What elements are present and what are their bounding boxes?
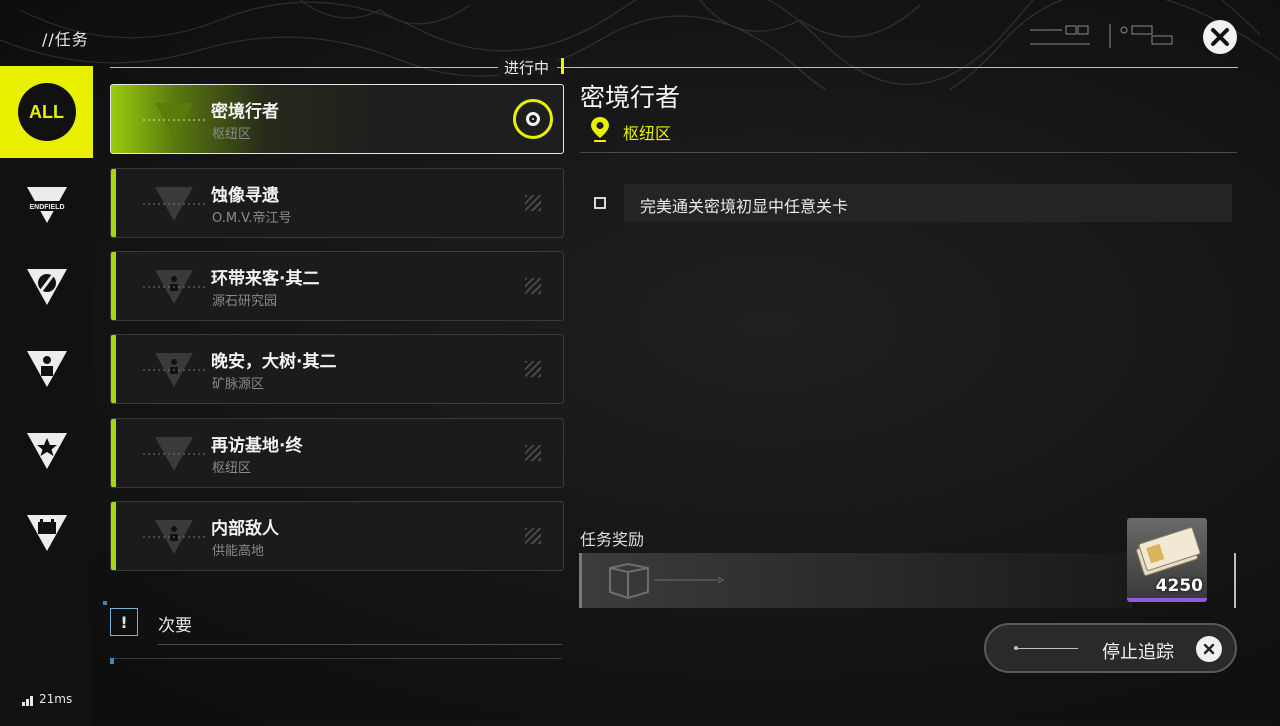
- category-endfield[interactable]: ENDFIELD: [0, 166, 93, 244]
- star-icon: [26, 433, 67, 469]
- divider: [110, 658, 562, 659]
- quest-accent-bar: [111, 252, 116, 320]
- category-logistics[interactable]: [0, 494, 93, 572]
- quest-type-icon: [143, 103, 207, 137]
- quest-name: 蚀像寻遗: [211, 186, 279, 206]
- quest-item[interactable]: 再访基地·终 枢纽区: [110, 418, 564, 488]
- stop-tracking-label: 停止追踪: [1102, 642, 1174, 663]
- quest-item[interactable]: 晚安，大树·其二 矿脉源区: [110, 334, 564, 404]
- network-ping: 21ms: [22, 692, 72, 706]
- quest-accent-bar: [111, 502, 116, 570]
- status-label: 进行中: [498, 57, 558, 78]
- quest-accent-bar: [111, 419, 116, 487]
- stop-tracking-button[interactable]: 停止追踪: [984, 623, 1237, 673]
- decorative-dot: [110, 658, 114, 664]
- category-special[interactable]: [0, 412, 93, 490]
- secondary-category-icon[interactable]: !: [110, 608, 138, 636]
- reward-label: 任务奖励: [580, 530, 645, 549]
- quest-type-icon: [143, 353, 207, 387]
- signal-icon: [22, 695, 33, 706]
- quest-item[interactable]: 环带来客·其二 源石研究园: [110, 251, 564, 321]
- quest-name: 密境行者: [211, 102, 279, 122]
- stripe-decoration: [525, 195, 541, 211]
- quest-location: 矿脉源区: [212, 377, 265, 392]
- quest-type-icon: [143, 187, 207, 221]
- quest-item[interactable]: 蚀像寻遗 O.M.V.帝江号: [110, 168, 564, 238]
- endfield-icon: ENDFIELD: [22, 187, 71, 223]
- quest-name: 晚安，大树·其二: [211, 352, 337, 372]
- category-character[interactable]: [0, 330, 93, 408]
- category-all[interactable]: ALL: [0, 66, 93, 158]
- location-pin-icon: [591, 117, 609, 142]
- quest-location: 供能高地: [212, 544, 265, 559]
- quest-name: 环带来客·其二: [211, 269, 320, 289]
- quest-accent-bar: [111, 335, 116, 403]
- stripe-decoration: [525, 361, 541, 377]
- compass-icon: [26, 269, 67, 305]
- stripe-decoration: [525, 528, 541, 544]
- objective-checkbox-icon: [594, 197, 606, 209]
- tracking-icon[interactable]: [513, 99, 553, 139]
- divider: [580, 152, 1237, 153]
- close-button[interactable]: [1203, 20, 1237, 54]
- status-marker: [561, 58, 564, 74]
- quest-type-icon: [143, 437, 207, 471]
- quest-location: 枢纽区: [212, 461, 252, 476]
- quest-location: 源石研究园: [212, 294, 278, 309]
- category-endfield-label: ENDFIELD: [29, 204, 64, 211]
- quest-location: O.M.V.帝江号: [212, 211, 292, 226]
- category-sidebar: ALL ENDFIELD: [0, 66, 93, 726]
- divider: [158, 644, 562, 645]
- quest-item[interactable]: 密境行者 枢纽区: [110, 84, 564, 154]
- battery-icon: [26, 515, 67, 551]
- hud-decoration: [1030, 24, 1173, 48]
- quest-type-icon: [143, 520, 207, 554]
- quest-detail-title: 密境行者: [580, 83, 681, 112]
- quest-location: 枢纽区: [212, 127, 252, 142]
- divider: [1234, 553, 1236, 608]
- reward-item[interactable]: 4250: [1127, 518, 1207, 602]
- quest-detail-location: 枢纽区: [623, 124, 672, 143]
- quest-name: 再访基地·终: [211, 436, 303, 456]
- quest-name: 内部敌人: [211, 519, 279, 539]
- decorative-dot: [103, 601, 107, 605]
- close-icon: [1196, 636, 1222, 662]
- quest-item[interactable]: 内部敌人 供能高地: [110, 501, 564, 571]
- objective-text: 完美通关密境初显中任意关卡: [640, 197, 849, 216]
- crate-icon: [609, 562, 724, 600]
- all-icon: ALL: [17, 83, 76, 141]
- ping-value: 21ms: [39, 692, 73, 706]
- category-all-label: ALL: [29, 101, 64, 122]
- stripe-decoration: [525, 278, 541, 294]
- quest-accent-bar: [111, 169, 116, 237]
- person-icon: [26, 351, 67, 387]
- close-icon: [1211, 28, 1229, 46]
- divider: [110, 67, 1238, 68]
- page-title: //任务: [42, 30, 89, 49]
- category-exploration[interactable]: [0, 248, 93, 326]
- secondary-category-label[interactable]: 次要: [158, 611, 192, 636]
- stripe-decoration: [525, 445, 541, 461]
- quest-type-icon: [143, 270, 207, 304]
- reward-quantity: 4250: [1155, 576, 1203, 596]
